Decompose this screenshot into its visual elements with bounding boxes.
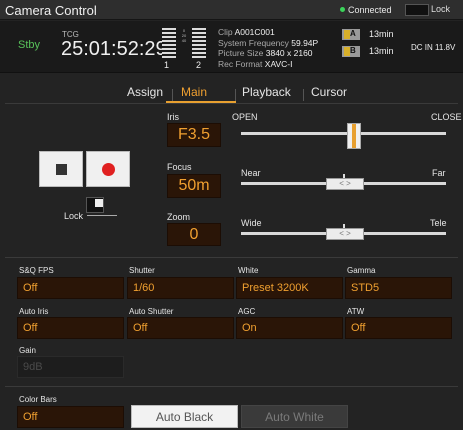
- iris-value[interactable]: F3.5: [167, 123, 221, 147]
- focus-value[interactable]: 50m: [167, 174, 221, 198]
- audio-scale: 0 20 40: [177, 28, 191, 43]
- gamma-field[interactable]: STD5: [345, 277, 452, 299]
- zoom-min-label: Wide: [241, 218, 262, 228]
- panel-lock-toggle[interactable]: Lock: [405, 4, 458, 16]
- lock-toggle-track[interactable]: [405, 4, 429, 16]
- atw-field[interactable]: Off: [345, 317, 452, 339]
- auto-iris-field[interactable]: Off: [17, 317, 124, 339]
- audio-ch2-label: 2: [196, 60, 202, 70]
- iris-slider-track[interactable]: [241, 132, 446, 135]
- clip-label: Clip: [218, 27, 233, 37]
- white-field[interactable]: Preset 3200K: [236, 277, 343, 299]
- status-panel: Stby TCG 25:01:52:29 0 20 40 1 2 Clip A0…: [0, 21, 463, 73]
- rec-format-label: Rec Format: [218, 58, 263, 69]
- gain-label: Gain: [19, 346, 36, 355]
- audio-ch2-bar: [192, 28, 206, 60]
- shutter-field[interactable]: 1/60: [127, 277, 234, 299]
- audio-scale-40: 40: [181, 38, 187, 43]
- focus-label: Focus: [167, 162, 192, 172]
- agc-label: AGC: [238, 307, 256, 316]
- media-remaining: 13min: [369, 46, 394, 56]
- sq-fps-label: S&Q FPS: [19, 266, 54, 275]
- color-bars-field[interactable]: Off: [17, 406, 124, 428]
- auto-white-button: Auto White: [241, 405, 348, 428]
- tab-separator: [303, 89, 304, 101]
- picture-size-label: Picture Size: [218, 48, 264, 58]
- color-bars-label: Color Bars: [19, 395, 57, 404]
- timecode-display: 25:01:52:29: [61, 38, 167, 60]
- lock-toggle-label: Lock: [431, 4, 451, 14]
- auto-iris-label: Auto Iris: [19, 307, 49, 316]
- zoom-label: Zoom: [167, 212, 191, 222]
- record-mode-status: Stby: [18, 39, 41, 51]
- clip-value: A001C001: [234, 27, 275, 37]
- rec-lock-label: Lock: [64, 211, 84, 221]
- media-card-icon: B: [342, 46, 360, 57]
- gamma-label: Gamma: [347, 266, 376, 275]
- zoom-value[interactable]: 0: [167, 223, 221, 246]
- tab-divider: [5, 103, 458, 104]
- connection-status: Connected: [340, 5, 392, 15]
- stop-icon: [56, 164, 67, 175]
- iris-min-label: OPEN: [232, 112, 258, 122]
- section-divider: [5, 257, 458, 258]
- connection-label: Connected: [348, 5, 392, 15]
- shutter-label: Shutter: [129, 266, 155, 275]
- media-remaining: 13min: [369, 29, 394, 39]
- picture-size-value: 3840 x 2160: [265, 48, 313, 58]
- tab-separator: [235, 89, 236, 101]
- auto-shutter-field[interactable]: Off: [127, 317, 234, 339]
- iris-max-label: CLOSE: [431, 112, 462, 122]
- audio-level-meter: 0 20 40 1 2: [160, 26, 208, 70]
- iris-label: Iris: [167, 112, 179, 122]
- media-card-icon: A: [342, 29, 360, 40]
- title-bar: Camera Control Connected Lock: [0, 0, 463, 20]
- tab-assign[interactable]: Assign: [127, 85, 163, 99]
- atw-label: ATW: [347, 307, 365, 316]
- audio-ch1-label: 1: [164, 60, 170, 70]
- connected-dot-icon: [340, 7, 345, 12]
- frequency-value: 59.94P: [291, 37, 319, 48]
- rec-format-value: XAVC-I: [264, 58, 293, 69]
- iris-slider-handle[interactable]: [347, 123, 361, 149]
- record-button[interactable]: [86, 151, 130, 187]
- zoom-slider-handle[interactable]: < >: [326, 228, 364, 240]
- focus-min-label: Near: [241, 168, 261, 178]
- auto-shutter-label: Auto Shutter: [129, 307, 174, 316]
- focus-slider-handle[interactable]: < >: [326, 178, 364, 190]
- rec-lock-switch[interactable]: [86, 197, 104, 213]
- clip-info: Clip A001C001 System Frequency 59.94P Pi…: [218, 27, 318, 69]
- auto-black-button[interactable]: Auto Black: [131, 405, 238, 428]
- record-icon: [102, 163, 115, 176]
- focus-max-label: Far: [432, 168, 446, 178]
- window-title: Camera Control: [5, 3, 97, 18]
- zoom-max-label: Tele: [430, 218, 447, 228]
- tab-bar: Assign Main Playback Cursor: [0, 84, 463, 104]
- stop-button[interactable]: [39, 151, 83, 187]
- lock-arrow-icon: [87, 215, 117, 216]
- tab-separator: [172, 89, 173, 101]
- audio-ch1-bar: [162, 28, 176, 60]
- frequency-label: System Frequency: [218, 37, 289, 48]
- tab-cursor[interactable]: Cursor: [311, 85, 347, 99]
- tab-main[interactable]: Main: [181, 85, 207, 99]
- tab-playback[interactable]: Playback: [242, 85, 291, 99]
- section-divider: [5, 386, 458, 387]
- gain-field: 9dB: [17, 356, 124, 378]
- power-status: DC IN 11.8V: [411, 43, 456, 52]
- white-label: White: [238, 266, 259, 275]
- sq-fps-field[interactable]: Off: [17, 277, 124, 299]
- agc-field[interactable]: On: [236, 317, 343, 339]
